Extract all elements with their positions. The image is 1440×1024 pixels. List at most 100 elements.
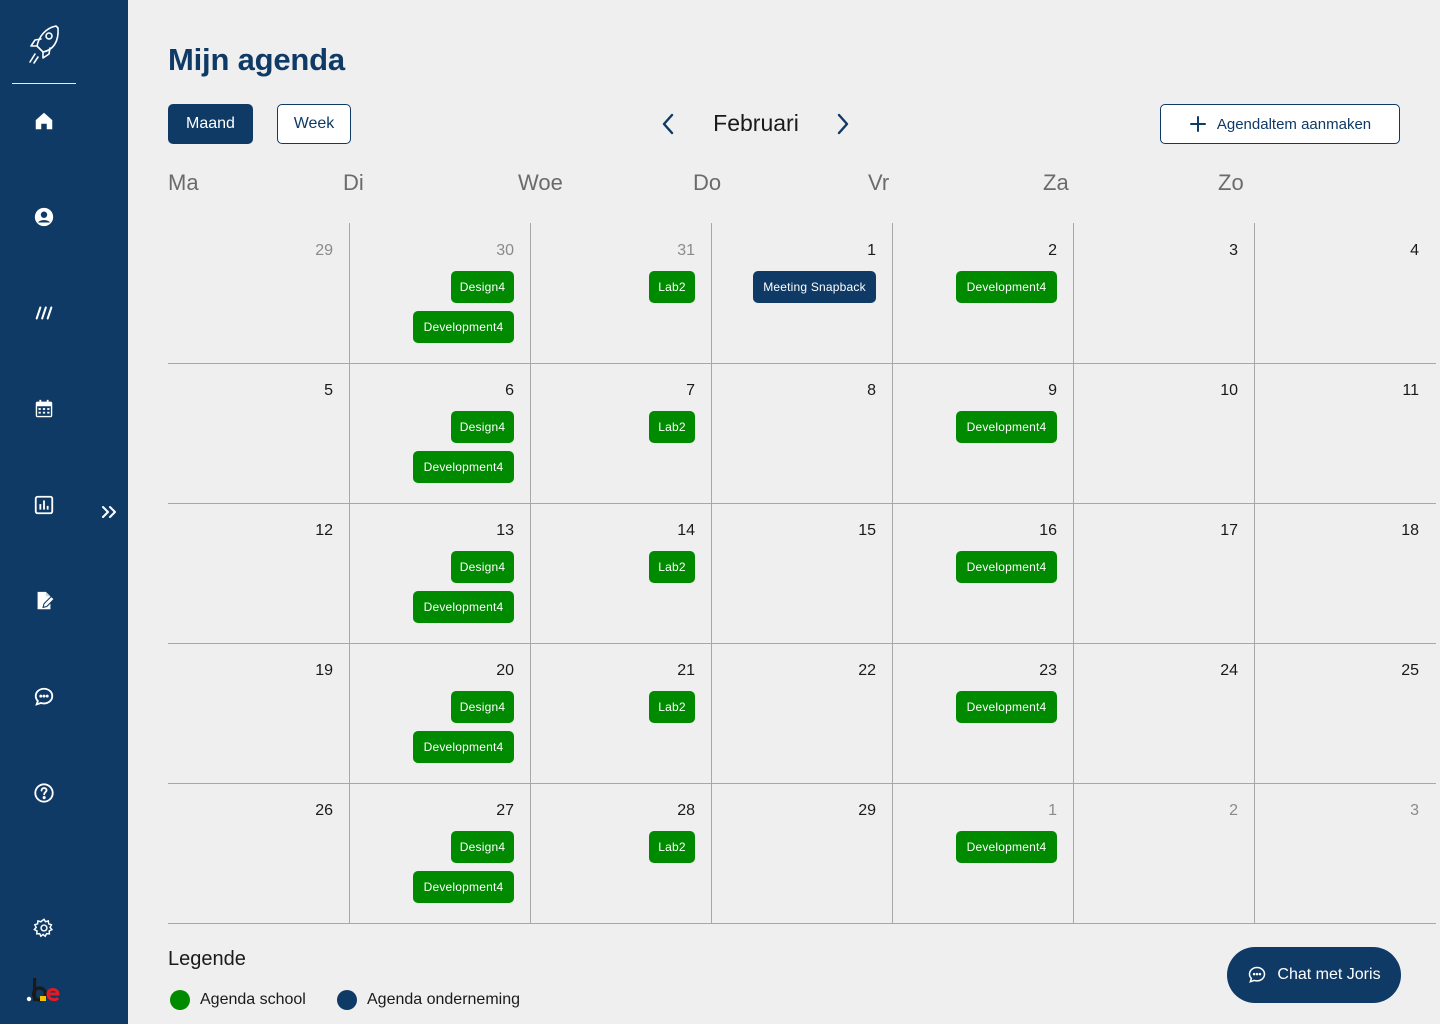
day-number: 4	[1410, 242, 1419, 259]
calendar-day-cell[interactable]: 4	[1254, 223, 1435, 363]
agenda-event[interactable]: Development4	[956, 551, 1057, 583]
chat-button-label: Chat met Joris	[1277, 966, 1381, 983]
calendar-day-cell[interactable]: 5	[168, 363, 349, 503]
calendar-day-cell[interactable]: 21 Lab2	[530, 643, 711, 783]
calendar-icon[interactable]	[32, 397, 56, 421]
calendar-day-cell[interactable]: 29	[711, 783, 892, 923]
calendar-day-cell[interactable]: 1 Development4	[892, 783, 1073, 923]
calendar-day-cell[interactable]: 8	[711, 363, 892, 503]
create-agenda-item-label: Agendaltem aanmaken	[1216, 115, 1372, 133]
help-icon[interactable]	[32, 781, 56, 805]
calendar-day-cell[interactable]: 6 Design4 Development4	[349, 363, 530, 503]
be-logo-icon	[26, 974, 64, 1004]
calendar-day-cell[interactable]: 13 Design4 Development4	[349, 503, 530, 643]
calendar-day-cell[interactable]: 7 Lab2	[530, 363, 711, 503]
day-number: 14	[677, 522, 695, 539]
agenda-event[interactable]: Meeting Snapback	[753, 271, 876, 303]
weekday-header: Zo	[1218, 170, 1244, 195]
calendar-day-cell[interactable]: 18	[1254, 503, 1435, 643]
calendar-day-cell[interactable]: 19	[168, 643, 349, 783]
agenda-event[interactable]: Design4	[451, 411, 514, 443]
chevron-right-icon[interactable]	[831, 110, 855, 138]
calendar-day-cell[interactable]: 2	[1073, 783, 1254, 923]
agenda-event[interactable]: Design4	[451, 691, 514, 723]
day-number: 2	[1229, 802, 1238, 819]
calendar-day-cell[interactable]: 3	[1073, 223, 1254, 363]
home-icon[interactable]	[32, 109, 56, 133]
agenda-event[interactable]: Lab2	[649, 271, 695, 303]
calendar-day-cell[interactable]: 17	[1073, 503, 1254, 643]
chat-bubble-icon	[1249, 966, 1266, 983]
slashes-icon[interactable]	[32, 301, 56, 325]
day-number: 25	[1401, 662, 1419, 679]
weekday-header: Di	[343, 170, 364, 195]
chart-icon[interactable]	[32, 493, 56, 517]
agenda-event[interactable]: Lab2	[649, 411, 695, 443]
agenda-event[interactable]: Development4	[413, 591, 514, 623]
day-number: 26	[315, 802, 333, 819]
double-chevron-right-icon[interactable]	[98, 501, 120, 523]
legend-dot-company	[337, 990, 357, 1010]
calendar-day-cell[interactable]: 28 Lab2	[530, 783, 711, 923]
agenda-event[interactable]: Design4	[451, 271, 514, 303]
calendar-day-cell[interactable]: 24	[1073, 643, 1254, 783]
weekday-header: Za	[1043, 170, 1069, 195]
calendar-day-cell[interactable]: 29	[168, 223, 349, 363]
day-number: 30	[496, 242, 514, 259]
agenda-event[interactable]: Development4	[956, 691, 1057, 723]
current-month-label: Februari	[713, 110, 799, 136]
calendar-day-cell[interactable]: 16 Development4	[892, 503, 1073, 643]
calendar-day-cell[interactable]: 23 Development4	[892, 643, 1073, 783]
calendar-day-cell[interactable]: 27 Design4 Development4	[349, 783, 530, 923]
calendar-day-cell[interactable]: 22	[711, 643, 892, 783]
grid-row-divider	[168, 923, 1436, 924]
agenda-event[interactable]: Development4	[956, 271, 1057, 303]
chat-icon[interactable]	[32, 685, 56, 709]
agenda-event[interactable]: Development4	[956, 831, 1057, 863]
chat-with-joris-button[interactable]: Chat met Joris	[1227, 947, 1401, 1003]
calendar-day-cell[interactable]: 31 Lab2	[530, 223, 711, 363]
day-number: 1	[1048, 802, 1057, 819]
agenda-event[interactable]: Lab2	[649, 831, 695, 863]
calendar-day-cell[interactable]: 9 Development4	[892, 363, 1073, 503]
day-number: 9	[1048, 382, 1057, 399]
calendar-day-cell[interactable]: 3	[1254, 783, 1435, 923]
day-number: 23	[1039, 662, 1057, 679]
legend-label-school: Agenda school	[200, 991, 306, 1008]
day-number: 6	[505, 382, 514, 399]
calendar-day-cell[interactable]: 20 Design4 Development4	[349, 643, 530, 783]
agenda-event[interactable]: Development4	[956, 411, 1057, 443]
day-number: 20	[496, 662, 514, 679]
create-agenda-item-button[interactable]: Agendaltem aanmaken	[1160, 104, 1400, 144]
calendar-day-cell[interactable]: 26	[168, 783, 349, 923]
agenda-event[interactable]: Lab2	[649, 691, 695, 723]
calendar-day-cell[interactable]: 25	[1254, 643, 1435, 783]
agenda-event[interactable]: Development4	[413, 731, 514, 763]
weekday-header: Ma	[168, 170, 199, 195]
calendar-day-cell[interactable]: 11	[1254, 363, 1435, 503]
agenda-event[interactable]: Design4	[451, 831, 514, 863]
calendar-day-cell[interactable]: 1 Meeting Snapback	[711, 223, 892, 363]
rocket-logo-icon[interactable]	[26, 22, 62, 66]
calendar-day-cell[interactable]: 10	[1073, 363, 1254, 503]
calendar-day-cell[interactable]: 15	[711, 503, 892, 643]
profile-icon[interactable]	[32, 205, 56, 229]
calendar-day-cell[interactable]: 14 Lab2	[530, 503, 711, 643]
chevron-left-icon[interactable]	[656, 110, 680, 138]
view-week-button[interactable]: Week	[277, 104, 351, 144]
day-number: 13	[496, 522, 514, 539]
agenda-event[interactable]: Development4	[413, 311, 514, 343]
agenda-event[interactable]: Design4	[451, 551, 514, 583]
agenda-event[interactable]: Development4	[413, 451, 514, 483]
calendar-day-cell[interactable]: 2 Development4	[892, 223, 1073, 363]
view-month-button[interactable]: Maand	[168, 104, 253, 144]
calendar-day-cell[interactable]: 30 Design4 Development4	[349, 223, 530, 363]
settings-icon[interactable]	[32, 916, 56, 940]
agenda-event[interactable]: Development4	[413, 871, 514, 903]
day-number: 12	[315, 522, 333, 539]
day-number: 3	[1410, 802, 1419, 819]
agenda-event[interactable]: Lab2	[649, 551, 695, 583]
day-number: 11	[1402, 382, 1419, 399]
document-edit-icon[interactable]	[32, 589, 56, 613]
calendar-day-cell[interactable]: 12	[168, 503, 349, 643]
